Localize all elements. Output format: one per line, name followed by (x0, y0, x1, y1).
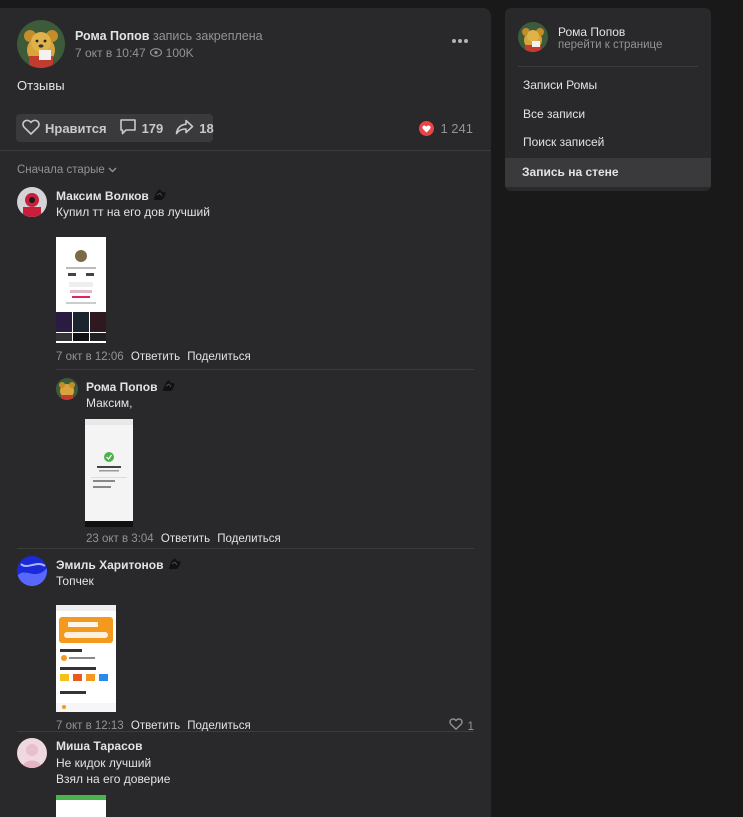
comment-author[interactable]: Максим Волков (56, 188, 167, 204)
comment-reply: Рома Попов Максим, 23 окт в 3:04 Ответит… (56, 378, 477, 548)
comment-text-line: Не кидок лучший (56, 756, 152, 770)
reply-button[interactable]: Ответить (131, 351, 180, 363)
donut-badge-icon (153, 188, 167, 204)
post-meta: 7 окт в 10:47 100K (75, 46, 194, 60)
pinned-label: запись закреплена (152, 29, 263, 43)
comments-sort-dropdown[interactable]: Сначала старые (17, 164, 117, 176)
sidebar-item-search-posts[interactable]: Поиск записей (505, 128, 711, 157)
comment-author-name: Максим Волков (56, 189, 149, 203)
sidebar-item-all-posts[interactable]: Все записи (505, 100, 711, 129)
sidebar-subtitle: перейти к странице (558, 39, 663, 51)
chevron-down-icon (108, 164, 117, 176)
sidebar-item-wall-post[interactable]: Запись на стене (505, 158, 711, 187)
post-text: Отзывы (17, 78, 65, 93)
more-options-icon[interactable] (449, 34, 471, 48)
sidebar: Рома Попов перейти к странице Записи Ром… (505, 8, 711, 191)
comments-button[interactable]: 179 (113, 114, 170, 142)
post-header: Рома Попов запись закреплена 7 окт в 10:… (17, 20, 477, 70)
heart-filled-icon (419, 121, 435, 136)
share-link[interactable]: Поделиться (217, 533, 281, 545)
divider (0, 150, 491, 151)
comments-count: 179 (141, 120, 164, 136)
comment-text: Не кидок лучший Взял на его доверие (56, 755, 170, 787)
comment-author[interactable]: Миша Тарасов (56, 739, 142, 753)
comment-meta: 7 окт в 12:06 Ответить Поделиться (56, 351, 251, 363)
share-button[interactable]: 18 (169, 114, 219, 142)
comment-text: Купил тт на его дов лучший (56, 205, 210, 219)
comment-icon (119, 118, 137, 138)
donut-badge-icon (168, 557, 182, 573)
post-author-name[interactable]: Рома Попов (75, 29, 150, 43)
divider (518, 66, 698, 67)
comment-date[interactable]: 23 окт в 3:04 (86, 533, 154, 545)
shares-count: 18 (199, 120, 214, 136)
views-icon (149, 46, 162, 60)
heart-outline-icon (22, 119, 40, 138)
comment-author-name: Рома Попов (86, 380, 158, 394)
post-card: Рома Попов запись закреплена 7 окт в 10:… (0, 8, 491, 817)
comment: Миша Тарасов Не кидок лучший Взял на его… (17, 738, 477, 817)
divider (56, 369, 474, 370)
comment-author[interactable]: Эмиль Харитонов (56, 557, 182, 573)
post-actions: Нравится 179 18 (16, 114, 214, 142)
comment-author-avatar[interactable] (17, 556, 47, 586)
comment: Максим Волков Купил тт на его дов лучший (17, 187, 477, 363)
comment-attached-image[interactable] (85, 419, 133, 527)
comment-author-name: Миша Тарасов (56, 739, 143, 753)
divider (17, 548, 474, 549)
sidebar-item-roma-posts[interactable]: Записи Ромы (505, 71, 711, 100)
sidebar-name: Рома Попов (558, 25, 626, 39)
sidebar-avatar (518, 22, 548, 52)
comment-text: Максим, (86, 396, 133, 410)
comment-author-avatar[interactable] (56, 378, 78, 400)
comment-author-name: Эмиль Харитонов (56, 558, 164, 572)
like-label: Нравится (45, 120, 107, 136)
sidebar-profile-link[interactable]: Рома Попов перейти к странице (518, 22, 698, 56)
like-button[interactable]: Нравится (16, 114, 113, 142)
comment-attached-image[interactable] (56, 605, 116, 712)
views-count: 100K (165, 46, 194, 60)
post-date[interactable]: 7 окт в 10:47 (75, 46, 146, 60)
comment-text-line: Взял на его доверие (56, 772, 171, 786)
comment-author[interactable]: Рома Попов (86, 379, 176, 395)
likes-summary[interactable]: 1 241 (419, 121, 473, 136)
divider (17, 731, 474, 732)
comment-attached-image[interactable] (56, 795, 106, 817)
comment-date[interactable]: 7 окт в 12:06 (56, 351, 124, 363)
share-icon (175, 119, 194, 138)
comment-text: Топчек (56, 574, 94, 588)
share-link[interactable]: Поделиться (187, 351, 251, 363)
comment-author-avatar[interactable] (17, 187, 47, 217)
reply-button[interactable]: Ответить (161, 533, 210, 545)
sort-label: Сначала старые (17, 164, 105, 176)
likes-total: 1 241 (440, 121, 473, 136)
comment-meta: 23 окт в 3:04 Ответить Поделиться (86, 533, 281, 545)
donut-badge-icon (162, 379, 176, 395)
comment-author-avatar[interactable] (17, 738, 47, 768)
comment: Эмиль Харитонов Топчек 7 окт в 12:13 Отв… (17, 556, 477, 736)
post-author-line: Рома Попов запись закреплена (75, 29, 263, 43)
comment-attached-image[interactable] (56, 237, 106, 343)
post-author-avatar[interactable] (17, 20, 65, 68)
